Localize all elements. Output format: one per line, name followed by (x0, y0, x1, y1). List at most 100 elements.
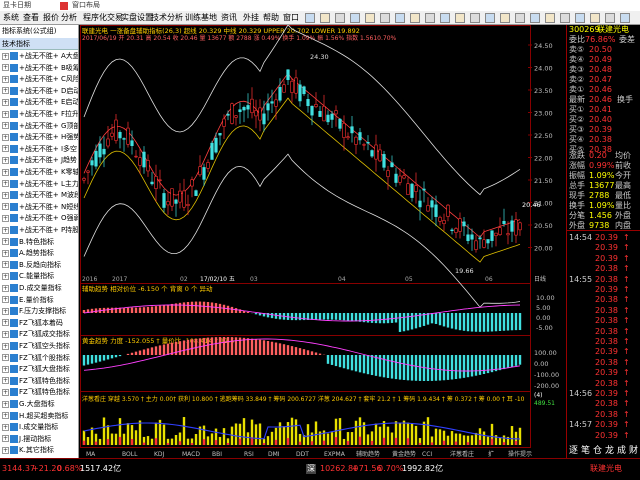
sidebar-item[interactable]: + +战无不胜+ I多空 (0, 144, 78, 156)
sidebar-item[interactable]: + +战无不胜+ O强弱 (0, 213, 78, 225)
sidebar-item[interactable]: + +战无不胜+ G顶部 (0, 121, 78, 133)
toolbar-button-icon[interactable] (425, 13, 435, 23)
toolbar-button-icon[interactable] (590, 13, 600, 23)
sidebar-item[interactable]: + +战无不胜+ C风险 (0, 74, 78, 86)
expand-icon[interactable]: + (2, 145, 9, 153)
sidebar-item[interactable]: + K.其它指标 (0, 445, 78, 457)
menu-item-3[interactable]: 分析 (60, 12, 78, 24)
menu-item-9[interactable]: 资讯 (220, 12, 238, 24)
sidebar-item[interactable]: + +战无不胜+ P持股 (0, 225, 78, 237)
sidebar-item[interactable]: + A.趋势指标 (0, 248, 78, 260)
expand-icon[interactable]: + (2, 75, 9, 83)
sidebar-item[interactable]: + +战无不胜+ E启动 (0, 97, 78, 109)
sidebar-item[interactable]: + FZ飞狐特色指标 (0, 376, 78, 388)
expand-icon[interactable]: + (2, 354, 9, 362)
expand-icon[interactable]: + (2, 122, 9, 130)
menu-item-13[interactable]: 窗口 (282, 12, 300, 24)
expand-icon[interactable]: + (2, 98, 9, 106)
menu-item-1[interactable]: 查看 (22, 12, 40, 24)
indicator-tab[interactable]: DMI (268, 451, 280, 458)
sidebar-item[interactable]: + FZ飞狐空头指标 (0, 341, 78, 353)
sidebar-item[interactable]: + +战无不胜+ H强势 (0, 132, 78, 144)
toolbar-button-icon[interactable] (365, 13, 375, 23)
expand-icon[interactable]: + (2, 296, 9, 304)
indicator-tab[interactable]: RSI (244, 451, 254, 458)
expand-icon[interactable]: + (2, 168, 9, 176)
expand-icon[interactable]: + (2, 238, 9, 246)
expand-icon[interactable]: + (2, 64, 9, 72)
indicator-tab[interactable]: EXPMA (324, 451, 346, 458)
sidebar-item[interactable]: + +战无不胜+ F拉升 (0, 109, 78, 121)
toolbar-button-icon[interactable] (605, 13, 615, 23)
indicator-tab[interactable]: DDT (296, 451, 309, 458)
expand-icon[interactable]: + (2, 272, 9, 280)
expand-icon[interactable]: + (2, 133, 9, 141)
toolbar-button-icon[interactable] (500, 13, 510, 23)
sidebar-header[interactable]: 技术指标 (0, 38, 78, 50)
sidebar-item[interactable]: + +战无不胜+ M波段 (0, 190, 78, 202)
menu-item-10[interactable]: 外挂 (242, 12, 260, 24)
expand-icon[interactable]: + (2, 226, 9, 234)
sidebar-item[interactable]: + G.大盘指标 (0, 399, 78, 411)
menu-item-2[interactable]: 报价 (42, 12, 60, 24)
menu-item-8[interactable]: 训练基地 (184, 12, 218, 24)
expand-icon[interactable]: + (2, 284, 9, 292)
sidebar-item[interactable]: + +战无不胜+ B吸筹 (0, 63, 78, 75)
sidebar-item[interactable]: + J.摆动指标 (0, 434, 78, 446)
expand-icon[interactable]: + (2, 435, 9, 443)
toolbar-button-icon[interactable] (380, 13, 390, 23)
expand-icon[interactable]: + (2, 377, 9, 385)
sidebar-item[interactable]: + C.能量指标 (0, 271, 78, 283)
indicator-tab[interactable]: 操作提示 (508, 450, 532, 458)
expand-icon[interactable]: + (2, 388, 9, 396)
expand-icon[interactable]: + (2, 191, 9, 199)
expand-icon[interactable]: + (2, 214, 9, 222)
expand-icon[interactable]: + (2, 249, 9, 257)
indicator-tab[interactable]: 洋葱看庄 (450, 450, 474, 458)
indicator-tab[interactable]: 黄金趋势 (392, 450, 416, 458)
sidebar-item[interactable]: + FZ飞狐大盘指标 (0, 364, 78, 376)
indicator-tab[interactable]: 扩 (488, 450, 494, 458)
expand-icon[interactable]: + (2, 307, 9, 315)
expand-icon[interactable]: + (2, 319, 9, 327)
expand-icon[interactable]: + (2, 52, 9, 60)
sidebar-item[interactable]: + +战无不胜+ A大盘 (0, 51, 78, 63)
toolbar-button-icon[interactable] (515, 13, 525, 23)
sidebar-item[interactable]: + FZ飞狐成交指标 (0, 329, 78, 341)
expand-icon[interactable]: + (2, 365, 9, 373)
expand-icon[interactable]: + (2, 261, 9, 269)
window-menu-icon[interactable] (60, 2, 68, 10)
menu-item-4[interactable]: 程序化交易 (82, 12, 124, 24)
expand-icon[interactable]: + (2, 87, 9, 95)
sidebar-item[interactable]: + FZ飞狐个股指标 (0, 353, 78, 365)
sidebar-item[interactable]: + D.成交量指标 (0, 283, 78, 295)
sidebar-item[interactable]: + +战无不胜+ J趋势 (0, 155, 78, 167)
toolbar-button-icon[interactable] (395, 13, 405, 23)
toolbar-button-icon[interactable] (485, 13, 495, 23)
toolbar-button-icon[interactable] (575, 13, 585, 23)
kline-chart-area[interactable]: 联建光电 一涨备盘辅助指标(26,3) 超线 20.329 中线 20.329 … (80, 24, 566, 458)
sidebar-item[interactable]: + +战无不胜+ N短线 (0, 202, 78, 214)
expand-icon[interactable]: + (2, 342, 9, 350)
toolbar-button-icon[interactable] (350, 13, 360, 23)
expand-icon[interactable]: + (2, 423, 9, 431)
sidebar-item[interactable]: + +战无不胜+ K零轴 (0, 167, 78, 179)
expand-icon[interactable]: + (2, 110, 9, 118)
expand-icon[interactable]: + (2, 203, 9, 211)
toolbar-button-icon[interactable] (440, 13, 450, 23)
toolbar-button-icon[interactable] (455, 13, 465, 23)
toolbar-button-icon[interactable] (620, 13, 630, 23)
indicator-tab[interactable]: MA (86, 451, 96, 458)
toolbar-button-icon[interactable] (530, 13, 540, 23)
sidebar-item[interactable]: + F.压力支撑指标 (0, 306, 78, 318)
toolbar-button-icon[interactable] (470, 13, 480, 23)
toolbar-button-icon[interactable] (560, 13, 570, 23)
indicator-tab[interactable]: KDJ (154, 451, 165, 458)
sidebar-item[interactable]: + +战无不胜+ L主力 (0, 179, 78, 191)
sidebar-item[interactable]: + B.反趋向指标 (0, 260, 78, 272)
expand-icon[interactable]: + (2, 156, 9, 164)
expand-icon[interactable]: + (2, 180, 9, 188)
expand-icon[interactable]: + (2, 446, 9, 454)
bottom-stock-label[interactable]: 联建光电 (590, 464, 622, 474)
sidebar-tab[interactable]: 指标系统(公式组) (2, 25, 56, 37)
